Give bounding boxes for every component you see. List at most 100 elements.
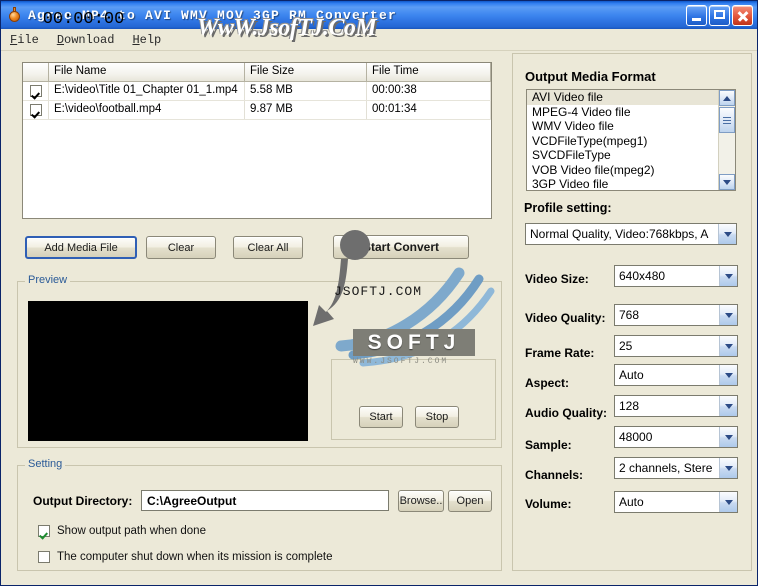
- cell-file-size: 9.87 MB: [245, 101, 367, 119]
- column-header-check[interactable]: [23, 63, 49, 81]
- show-output-path-label: Show output path when done: [57, 525, 206, 537]
- row-checkbox[interactable]: [29, 85, 42, 97]
- clear-button[interactable]: Clear: [146, 236, 216, 259]
- chevron-down-icon[interactable]: [719, 266, 737, 286]
- video-size-value: 640x480: [619, 269, 666, 283]
- column-header-file-name[interactable]: File Name: [49, 63, 245, 81]
- maximize-button[interactable]: [709, 4, 730, 26]
- start-convert-label: Start Convert: [362, 240, 439, 254]
- profile-setting-combo[interactable]: Normal Quality, Video:768kbps, A: [525, 223, 737, 245]
- browse-button[interactable]: Browse..: [398, 490, 444, 512]
- row-checkbox-cell[interactable]: [23, 101, 49, 119]
- column-header-file-size[interactable]: File Size: [245, 63, 367, 81]
- clear-all-label: Clear All: [247, 241, 289, 254]
- preview-start-label: Start: [369, 411, 393, 423]
- frame-rate-label: Frame Rate:: [525, 346, 595, 360]
- video-size-combo[interactable]: 640x480: [614, 265, 738, 287]
- close-button[interactable]: [732, 4, 753, 26]
- file-list-header: File Name File Size File Time: [23, 63, 491, 82]
- window-controls: [686, 4, 753, 26]
- start-convert-button[interactable]: Start Convert: [333, 235, 469, 259]
- show-output-path-checkbox[interactable]: [38, 525, 50, 537]
- aspect-label: Aspect:: [525, 376, 570, 390]
- setting-group-title: Setting: [25, 458, 66, 470]
- format-item-vcd[interactable]: VCDFileType(mpeg1): [527, 134, 718, 149]
- chevron-down-icon[interactable]: [719, 365, 737, 385]
- frame-rate-combo[interactable]: 25: [614, 335, 738, 357]
- menu-item-download[interactable]: Download: [48, 32, 124, 48]
- channels-combo[interactable]: 2 channels, Stere: [614, 457, 738, 479]
- preview-start-button[interactable]: Start: [359, 406, 403, 428]
- format-item-svcd[interactable]: SVCDFileType: [527, 148, 718, 163]
- format-item-vob[interactable]: VOB Video file(mpeg2): [527, 163, 718, 178]
- sample-value: 48000: [619, 430, 653, 444]
- open-label: Open: [456, 495, 484, 507]
- aspect-combo[interactable]: Auto: [614, 364, 738, 386]
- cell-file-size: 5.58 MB: [245, 82, 367, 100]
- menu-item-download-rest: ownload: [64, 32, 115, 47]
- preview-video-surface[interactable]: [28, 301, 308, 441]
- row-checkbox-cell[interactable]: [23, 82, 49, 100]
- output-directory-input[interactable]: C:\AgreeOutput: [141, 490, 389, 511]
- clear-all-button[interactable]: Clear All: [233, 236, 303, 259]
- cell-file-time: 00:00:38: [367, 82, 491, 100]
- format-item-wmv[interactable]: WMV Video file: [527, 119, 718, 134]
- volume-combo[interactable]: Auto: [614, 491, 738, 513]
- video-quality-label: Video Quality:: [525, 311, 606, 325]
- format-list-scrollbar[interactable]: [718, 90, 735, 190]
- video-quality-combo[interactable]: 768: [614, 304, 738, 326]
- shutdown-when-complete-row[interactable]: The computer shut down when its mission …: [38, 551, 332, 563]
- chevron-down-icon[interactable]: [719, 336, 737, 356]
- preview-group-title: Preview: [25, 274, 71, 286]
- cell-file-name: E:\video\football.mp4: [49, 101, 245, 119]
- profile-setting-value: Normal Quality, Video:768kbps, A: [530, 227, 709, 241]
- channels-label: Channels:: [525, 468, 584, 482]
- volume-label: Volume:: [525, 497, 572, 511]
- chevron-down-icon[interactable]: [719, 492, 737, 512]
- menu-item-help-rest: elp: [139, 32, 162, 47]
- audio-quality-combo[interactable]: 128: [614, 395, 738, 417]
- show-output-path-row[interactable]: Show output path when done: [38, 525, 206, 537]
- profile-setting-label: Profile setting:: [524, 201, 612, 215]
- scroll-down-arrow-icon[interactable]: [719, 174, 735, 190]
- cell-file-name: E:\video\Title 01_Chapter 01_1.mp4: [49, 82, 245, 100]
- menu-item-help[interactable]: Help: [123, 32, 170, 48]
- clear-label: Clear: [167, 241, 195, 254]
- menu-item-file[interactable]: File: [1, 32, 48, 48]
- sample-combo[interactable]: 48000: [614, 426, 738, 448]
- video-quality-value: 768: [619, 308, 640, 322]
- column-header-file-time[interactable]: File Time: [367, 63, 491, 81]
- preview-stop-button[interactable]: Stop: [415, 406, 459, 428]
- chevron-down-icon[interactable]: [719, 396, 737, 416]
- chevron-down-icon[interactable]: [719, 427, 737, 447]
- output-directory-label: Output Directory:: [33, 494, 133, 508]
- open-button[interactable]: Open: [448, 490, 492, 512]
- frame-rate-value: 25: [619, 339, 633, 353]
- table-row[interactable]: E:\video\Title 01_Chapter 01_1.mp4 5.58 …: [23, 82, 491, 101]
- format-item-mpeg4[interactable]: MPEG-4 Video file: [527, 105, 718, 120]
- file-list-table[interactable]: File Name File Size File Time E:\video\T…: [22, 62, 492, 219]
- table-row[interactable]: E:\video\football.mp4 9.87 MB 00:01:34: [23, 101, 491, 120]
- scrollbar-thumb[interactable]: [719, 107, 735, 133]
- minimize-button[interactable]: [686, 4, 707, 26]
- application-window: Agree MP4 to AVI WMV MOV 3GP RM Converte…: [0, 0, 758, 586]
- preview-stop-label: Stop: [425, 411, 449, 423]
- scroll-up-arrow-icon[interactable]: [719, 90, 735, 106]
- chevron-down-icon[interactable]: [719, 305, 737, 325]
- cell-file-time: 00:01:34: [367, 101, 491, 119]
- format-item-3gp[interactable]: 3GP Video file: [527, 177, 718, 190]
- output-format-items: AVI Video file MPEG-4 Video file WMV Vid…: [527, 90, 718, 190]
- menu-item-file-rest: ile: [17, 32, 39, 47]
- shutdown-when-complete-checkbox[interactable]: [38, 551, 50, 563]
- output-format-listbox[interactable]: AVI Video file MPEG-4 Video file WMV Vid…: [526, 89, 736, 191]
- add-media-file-button[interactable]: Add Media File: [25, 236, 137, 259]
- output-media-format-title: Output Media Format: [525, 69, 656, 84]
- row-checkbox[interactable]: [29, 104, 42, 116]
- chevron-down-icon[interactable]: [718, 224, 736, 244]
- format-item-avi[interactable]: AVI Video file: [527, 90, 718, 105]
- chevron-down-icon[interactable]: [719, 458, 737, 478]
- add-media-file-label: Add Media File: [44, 241, 118, 254]
- menu-bar: File Download Help: [1, 29, 757, 51]
- audio-quality-label: Audio Quality:: [525, 406, 607, 420]
- aspect-value: Auto: [619, 368, 644, 382]
